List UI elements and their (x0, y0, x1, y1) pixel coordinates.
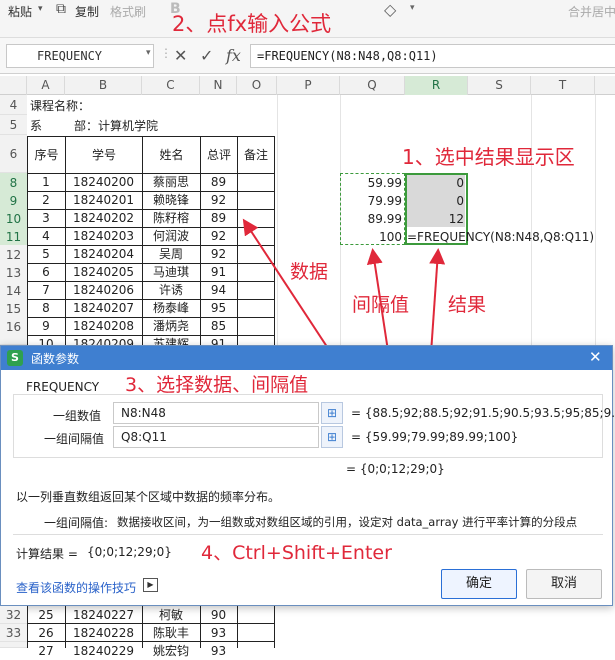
param-help-label: 一组间隔值: (44, 516, 109, 530)
row-header[interactable] (0, 642, 27, 648)
range-picker-icon[interactable]: ⊞ (321, 426, 343, 448)
help-link[interactable]: 查看该函数的操作技巧 (16, 579, 136, 596)
calc-result-value: {0;0;12;29;0} (87, 545, 172, 559)
score-cell[interactable]: 93 (200, 642, 237, 660)
param-help-text: 数据接收区间，为一组数或对数组区域的引用，设定对 data_array 进行平率… (117, 515, 578, 529)
result-preview: = {0;0;12;29;0} (346, 462, 445, 476)
student-name-cell[interactable]: 姚宏钧 (142, 642, 200, 660)
arg1-preview: = {88.5;92;88.5;92;91.5;90.5;93.5;95;85;… (351, 406, 615, 420)
function-arguments-dialog: S 函数参数 ✕ FREQUENCY 3、选择数据、间隔值 一组数值 N8:N4… (0, 345, 615, 606)
cancel-button[interactable]: 取消 (526, 569, 602, 599)
wps-sheet-icon: S (7, 350, 23, 366)
score-cell[interactable]: 93 (200, 624, 237, 642)
arg2-label: 一组间隔值 (44, 432, 105, 446)
score-cell[interactable]: 90 (200, 606, 237, 624)
seq-cell[interactable]: 26 (28, 624, 64, 642)
ok-button[interactable]: 确定 (441, 569, 517, 599)
student-name-cell[interactable]: 柯敏 (142, 606, 200, 624)
row-header[interactable]: 32 (0, 606, 27, 624)
arg2-input[interactable]: Q8:Q11 (113, 426, 319, 448)
calc-result-label: 计算结果 = (16, 547, 78, 561)
annotation-step3: 3、选择数据、间隔值 (125, 374, 309, 396)
seq-cell[interactable]: 27 (28, 642, 64, 660)
student-name-cell[interactable]: 陈耿丰 (142, 624, 200, 642)
divider (13, 534, 603, 535)
arg1-label: 一组数值 (53, 409, 102, 423)
dialog-title: 函数参数 (31, 352, 80, 366)
video-icon[interactable]: ▶ (143, 578, 158, 592)
close-icon[interactable]: ✕ (589, 348, 602, 366)
annotation-step4: 4、Ctrl+Shift+Enter (201, 542, 392, 564)
arg1-input[interactable]: N8:N48 (113, 402, 319, 424)
function-description: 以一列垂直数组返回某个区域中数据的频率分布。 (16, 490, 281, 504)
seq-cell[interactable]: 25 (28, 606, 64, 624)
student-id-cell[interactable]: 18240227 (65, 606, 142, 624)
row-header[interactable]: 33 (0, 624, 27, 642)
function-name: FREQUENCY (26, 380, 100, 394)
range-picker-icon[interactable]: ⊞ (321, 402, 343, 424)
student-id-cell[interactable]: 18240229 (65, 642, 142, 660)
arg2-preview: = {59.99;79.99;89.99;100} (351, 430, 519, 444)
student-id-cell[interactable]: 18240228 (65, 624, 142, 642)
dialog-titlebar[interactable]: S 函数参数 ✕ (1, 346, 612, 370)
